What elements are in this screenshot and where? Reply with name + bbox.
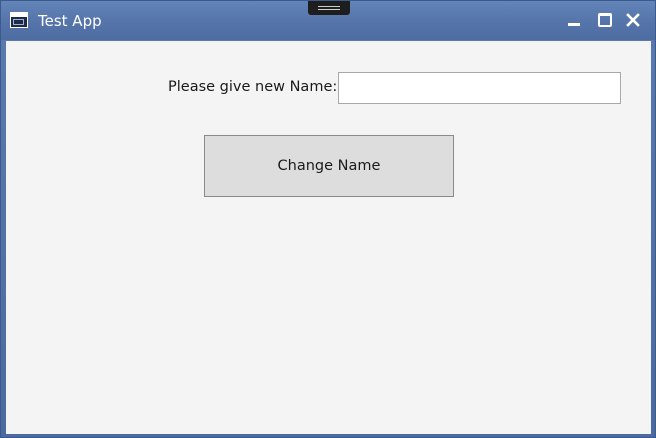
maximize-icon bbox=[598, 13, 612, 27]
window-title: Test App bbox=[38, 12, 102, 30]
close-icon bbox=[626, 13, 640, 27]
maximize-button[interactable] bbox=[595, 11, 613, 29]
minimize-button[interactable] bbox=[565, 11, 583, 29]
new-name-input[interactable] bbox=[338, 72, 621, 104]
change-name-button[interactable]: Change Name bbox=[204, 135, 454, 197]
title-bar[interactable]: Test App bbox=[1, 1, 655, 40]
app-window: Test App Please give new Name: Change Na… bbox=[0, 0, 656, 438]
new-name-label: Please give new Name: bbox=[168, 79, 338, 95]
window-content: Please give new Name: Change Name bbox=[6, 41, 651, 434]
close-button[interactable] bbox=[624, 11, 642, 29]
drag-grip-icon[interactable] bbox=[308, 1, 350, 15]
minimize-icon bbox=[568, 23, 580, 26]
app-window-icon bbox=[10, 12, 28, 28]
